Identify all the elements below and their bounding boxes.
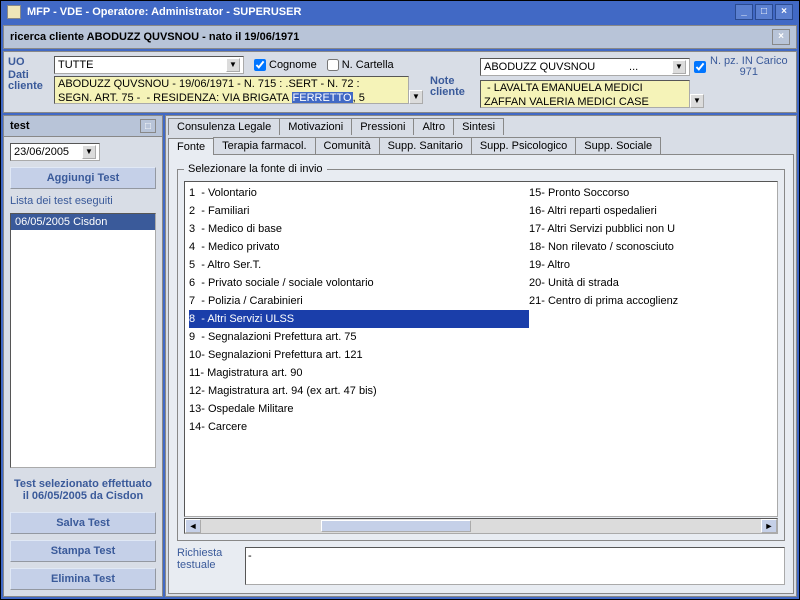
list-item[interactable]: 10- Segnalazioni Prefettura art. 121: [189, 346, 529, 364]
dati-scroll-down[interactable]: ▼: [409, 90, 423, 104]
test-list-label: Lista dei test eseguiti: [10, 195, 156, 207]
tab-pressioni[interactable]: Pressioni: [351, 118, 414, 135]
tab-consulenza-legale[interactable]: Consulenza Legale: [168, 118, 280, 135]
tab-altro[interactable]: Altro: [413, 118, 454, 135]
add-test-button[interactable]: Aggiungi Test: [10, 167, 156, 189]
scroll-right-icon[interactable]: ►: [761, 519, 777, 533]
left-panel: test □ 23/06/2005 ▼ Aggiungi Test Lista …: [3, 115, 163, 597]
npz-checkbox[interactable]: [694, 61, 706, 73]
note-label: Note cliente: [430, 76, 470, 98]
note-cliente-box[interactable]: - LAVALTA EMANUELA MEDICI ZAFFAN VALERIA…: [480, 80, 690, 108]
list-item[interactable]: 21- Centro di prima accoglienz: [529, 292, 773, 310]
uo-label: UO: [8, 56, 48, 68]
test-list-item[interactable]: 06/05/2005 Cisdon: [11, 214, 155, 230]
app-icon: [7, 5, 21, 19]
list-item[interactable]: 12- Magistratura art. 94 (ex art. 47 bis…: [189, 382, 529, 400]
ncartella-checkbox[interactable]: N. Cartella: [327, 59, 394, 71]
list-item[interactable]: 17- Altri Servizi pubblici non U: [529, 220, 773, 238]
left-panel-title: test □: [4, 116, 162, 137]
fieldset-legend: Selezionare la fonte di invio: [184, 163, 327, 175]
tab-supp-sociale[interactable]: Supp. Sociale: [575, 137, 661, 154]
close-button[interactable]: ×: [775, 4, 793, 20]
minimize-button[interactable]: _: [735, 4, 753, 20]
uo-select[interactable]: TUTTE ▼: [54, 56, 244, 74]
list-item[interactable]: 18- Non rilevato / sconosciuto: [529, 238, 773, 256]
window-title: MFP - VDE - Operatore: Administrator - S…: [27, 6, 301, 18]
fonte-fieldset: Selezionare la fonte di invio 1 - Volont…: [177, 163, 785, 541]
list-item[interactable]: 1 - Volontario: [189, 184, 529, 202]
list-item[interactable]: 8 - Altri Servizi ULSS: [189, 310, 529, 328]
tab-supp-sanitario[interactable]: Supp. Sanitario: [379, 137, 472, 154]
tab-supp-psicologico[interactable]: Supp. Psicologico: [471, 137, 576, 154]
npz-label: N. pz. IN Carico971: [710, 56, 788, 78]
list-item[interactable]: 6 - Privato sociale / sociale volontario: [189, 274, 529, 292]
left-panel-toggle[interactable]: □: [140, 119, 156, 133]
filter-area: UO Dati cliente TUTTE ▼ Cognome N. Carte…: [3, 51, 797, 113]
list-item[interactable]: 16- Altri reparti ospedalieri: [529, 202, 773, 220]
print-test-button[interactable]: Stampa Test: [10, 540, 156, 562]
chevron-down-icon: ▼: [82, 145, 96, 159]
list-item[interactable]: 14- Carcere: [189, 418, 529, 436]
list-item[interactable]: 11- Magistratura art. 90: [189, 364, 529, 382]
chevron-down-icon: ▼: [672, 60, 686, 74]
save-test-button[interactable]: Salva Test: [10, 512, 156, 534]
list-item[interactable]: 19- Altro: [529, 256, 773, 274]
client-bar-text: ricerca cliente ABODUZZ QUVSNOU - nato i…: [10, 31, 299, 43]
maximize-button[interactable]: □: [755, 4, 773, 20]
horizontal-scrollbar[interactable]: ◄ ►: [184, 518, 778, 534]
request-label: Richiesta testuale: [177, 547, 237, 571]
app-window: MFP - VDE - Operatore: Administrator - S…: [0, 0, 800, 600]
titlebar: MFP - VDE - Operatore: Administrator - S…: [1, 1, 799, 23]
list-item[interactable]: 9 - Segnalazioni Prefettura art. 75: [189, 328, 529, 346]
delete-test-button[interactable]: Elimina Test: [10, 568, 156, 590]
test-status: Test selezionato effettuato il 06/05/200…: [10, 474, 156, 506]
chevron-down-icon: ▼: [226, 58, 240, 72]
list-item[interactable]: 13- Ospedale Militare: [189, 400, 529, 418]
fonte-listbox[interactable]: 1 - Volontario2 - Familiari3 - Medico di…: [184, 181, 778, 517]
list-item[interactable]: 20- Unità di strada: [529, 274, 773, 292]
list-item[interactable]: 7 - Polizia / Carabinieri: [189, 292, 529, 310]
tab-motivazioni[interactable]: Motivazioni: [279, 118, 352, 135]
cognome-checkbox[interactable]: Cognome: [254, 59, 317, 71]
list-item[interactable]: 15- Pronto Soccorso: [529, 184, 773, 202]
list-item[interactable]: 3 - Medico di base: [189, 220, 529, 238]
note-scroll-down[interactable]: ▼: [690, 94, 704, 108]
tab-sintesi[interactable]: Sintesi: [453, 118, 504, 135]
scroll-thumb[interactable]: [321, 520, 471, 532]
client-bar: ricerca cliente ABODUZZ QUVSNOU - nato i…: [3, 25, 797, 49]
client-select[interactable]: ABODUZZ QUVSNOU ... ▼: [480, 58, 690, 76]
test-date-select[interactable]: 23/06/2005 ▼: [10, 143, 100, 161]
dati-label: Dati cliente: [8, 70, 48, 92]
list-item[interactable]: 5 - Altro Ser.T.: [189, 256, 529, 274]
request-textbox[interactable]: -: [245, 547, 785, 585]
client-bar-close[interactable]: ×: [772, 29, 790, 45]
dati-cliente-box[interactable]: ABODUZZ QUVSNOU - 19/06/1971 - N. 715 : …: [54, 76, 409, 104]
test-list[interactable]: 06/05/2005 Cisdon: [10, 213, 156, 468]
list-item[interactable]: 2 - Familiari: [189, 202, 529, 220]
scroll-left-icon[interactable]: ◄: [185, 519, 201, 533]
tab-comunit-[interactable]: Comunità: [315, 137, 380, 154]
tabs-row-2: FonteTerapia farmacol.ComunitàSupp. Sani…: [166, 135, 796, 154]
tab-terapia-farmacol-[interactable]: Terapia farmacol.: [213, 137, 315, 154]
list-item[interactable]: 4 - Medico privato: [189, 238, 529, 256]
right-panel: Consulenza LegaleMotivazioniPressioniAlt…: [165, 115, 797, 597]
tabs-row-1: Consulenza LegaleMotivazioniPressioniAlt…: [166, 116, 796, 135]
tab-fonte[interactable]: Fonte: [168, 138, 214, 155]
tab-content: Selezionare la fonte di invio 1 - Volont…: [168, 154, 794, 594]
